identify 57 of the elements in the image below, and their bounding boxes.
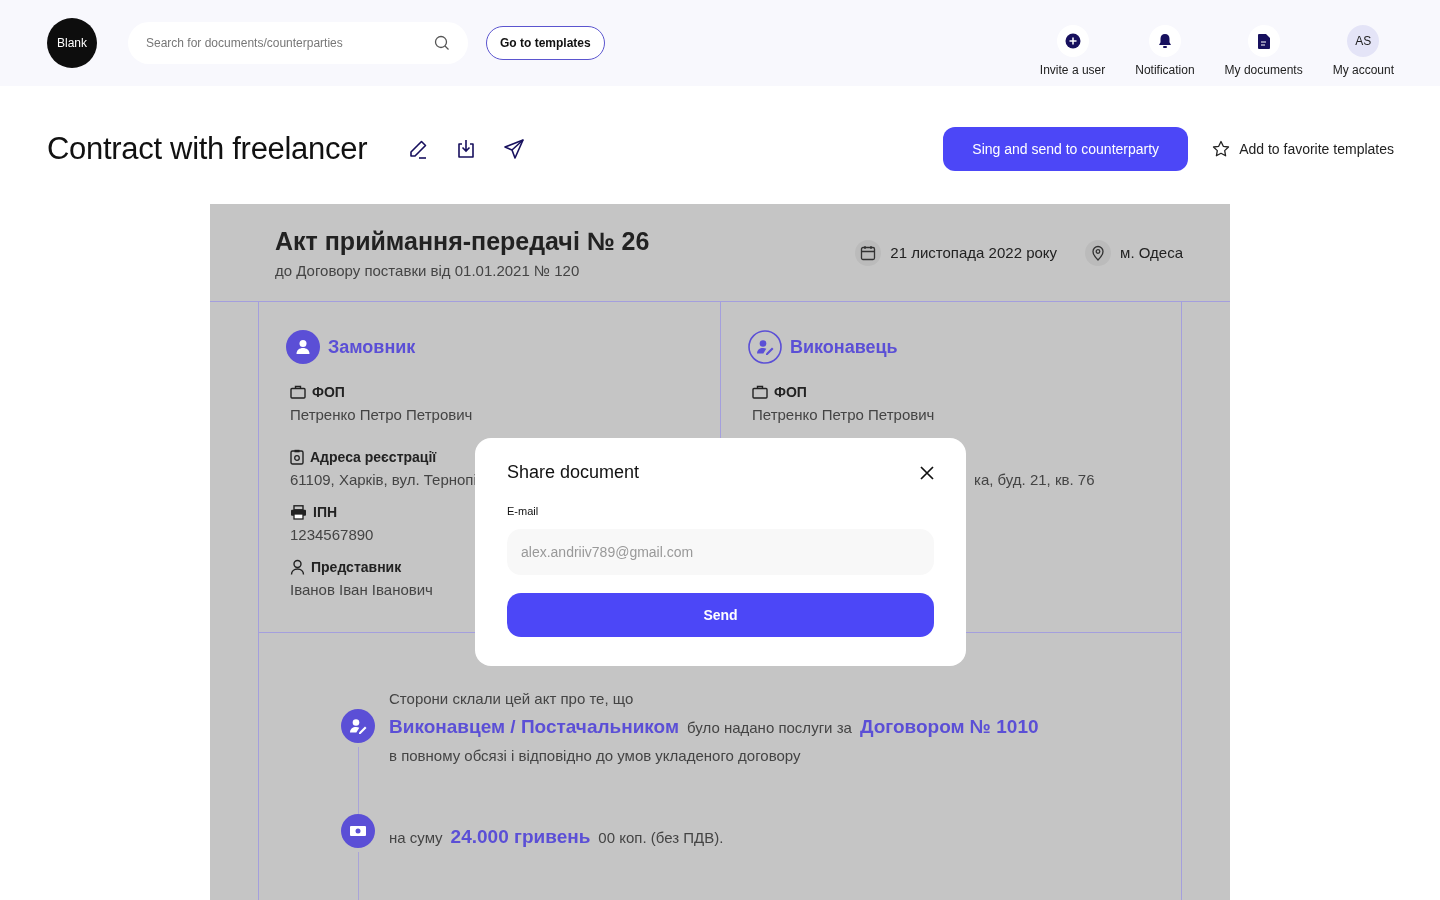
email-field[interactable]: alex.andriiv789@gmail.com xyxy=(507,529,934,575)
nav-item[interactable]: My documents xyxy=(1224,25,1303,77)
briefcase-icon xyxy=(290,385,306,399)
printer-icon xyxy=(290,504,307,520)
user-pen-icon xyxy=(748,330,782,364)
document-title: Акт приймання-передачі № 26 xyxy=(275,226,650,256)
favorite-button[interactable]: Add to favorite templates xyxy=(1212,140,1394,158)
document-icon xyxy=(1257,33,1270,49)
highlighted-term: Виконавцем / Постачальником xyxy=(389,715,680,739)
statement-text: в повному обсязі і відповідно до умов укладеного договору xyxy=(389,746,802,766)
nav-item[interactable]: Invite a user xyxy=(1039,25,1106,77)
sign-and-send-button[interactable]: Sing and send to counterparty xyxy=(943,127,1189,171)
calendar-icon xyxy=(855,239,882,266)
logo[interactable]: Blank xyxy=(47,18,97,68)
field-label: ФОП xyxy=(774,384,807,400)
statement-text: було надано послуги за xyxy=(687,718,852,738)
search-field[interactable]: Search for documents/counterparties xyxy=(128,22,468,64)
field-value: ка, буд. 21, кв. 76 xyxy=(974,471,1095,488)
document-date: 21 листопада 2022 року xyxy=(890,244,1058,261)
close-icon[interactable] xyxy=(920,465,934,480)
statement-text: Сторони склали цей акт про те, що xyxy=(389,689,635,709)
field-label: Представник xyxy=(311,559,402,575)
briefcase-icon xyxy=(752,385,768,399)
field-value: Петренко Петро Петрович xyxy=(752,406,935,423)
clipboard-icon xyxy=(290,449,304,465)
user-icon xyxy=(286,330,320,364)
field-label: ІПН xyxy=(313,504,338,520)
user-pen-icon xyxy=(341,709,375,743)
banknote-icon xyxy=(341,814,375,848)
field-value: 1234567890 xyxy=(290,526,374,543)
star-icon xyxy=(1212,140,1231,158)
page-title: Contract with freelancer xyxy=(47,131,368,167)
statement-text: 00 коп. (без ПДВ). xyxy=(598,828,724,848)
nav-item[interactable]: Notification xyxy=(1135,25,1195,77)
field-label: ФОП xyxy=(312,384,345,400)
statement-text: на суму xyxy=(389,828,443,848)
bell-icon xyxy=(1157,33,1172,49)
send-button[interactable]: Send xyxy=(507,593,934,637)
person-icon xyxy=(290,559,305,575)
dialog-title: Share document xyxy=(507,462,640,483)
document-subtitle: до Договору поставки від 01.01.2021 № 120 xyxy=(275,261,581,279)
plus-icon xyxy=(1064,33,1081,49)
avatar: AS xyxy=(1347,25,1380,57)
search-icon xyxy=(434,35,450,51)
field-value: Петренко Петро Петрович xyxy=(290,406,473,423)
field-value: Іванов Іван Іванович xyxy=(290,581,433,598)
party-heading: Замовник xyxy=(328,336,416,358)
highlighted-term: Договором № 1010 xyxy=(859,715,1039,739)
location-pin-icon xyxy=(1085,239,1112,266)
nav-item[interactable]: AS My account xyxy=(1332,25,1394,77)
document-city: м. Одеса xyxy=(1120,244,1183,261)
email-label: E-mail xyxy=(507,505,540,517)
party-heading: Виконавець xyxy=(790,336,898,358)
highlighted-term: 24.000 гривень xyxy=(450,825,591,849)
send-icon[interactable] xyxy=(503,138,526,160)
field-label: Адреса реєстрації xyxy=(310,449,437,465)
go-to-templates-button[interactable]: Go to templates xyxy=(486,26,605,60)
